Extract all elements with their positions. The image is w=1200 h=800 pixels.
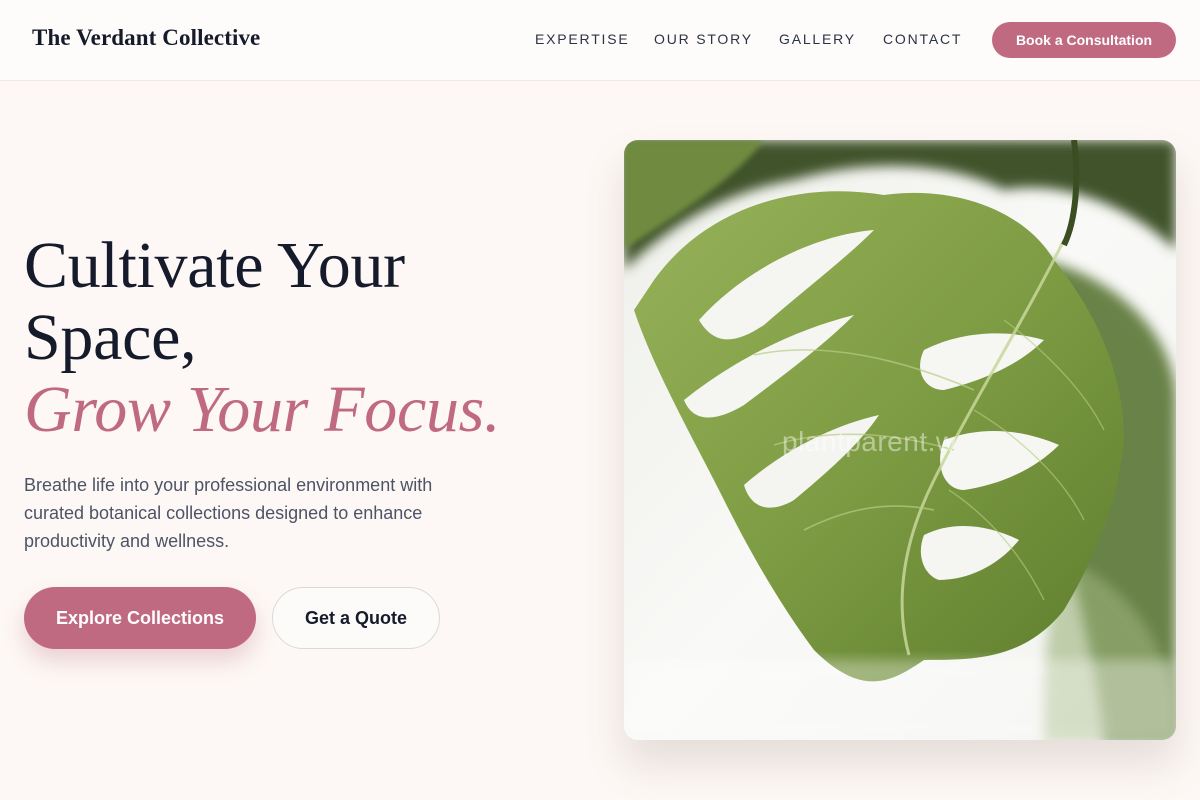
nav-item-contact[interactable]: CONTACT: [883, 31, 962, 47]
hero-subcopy: Breathe life into your professional envi…: [24, 475, 433, 551]
book-consultation-button[interactable]: Book a Consultation: [992, 22, 1176, 58]
headline-line-2: Space,: [24, 301, 197, 374]
nav-item-gallery[interactable]: GALLERY: [779, 31, 856, 47]
nav-item-expertise[interactable]: EXPERTISE: [535, 31, 630, 47]
brand-logo[interactable]: The Verdant Collective: [32, 25, 260, 51]
image-watermark: plantparent.w: [782, 426, 957, 457]
hero-image: plantparent.w: [624, 140, 1176, 740]
nav-item-our-story[interactable]: OUR STORY: [654, 31, 753, 47]
site-header: The Verdant Collective EXPERTISE OUR STO…: [0, 0, 1200, 81]
get-quote-button[interactable]: Get a Quote: [272, 587, 440, 649]
explore-collections-button[interactable]: Explore Collections: [24, 587, 256, 649]
headline-accent: Grow Your Focus.: [24, 373, 501, 446]
headline-line-1: Cultivate Your: [24, 229, 405, 302]
hero-headline: Cultivate Your Space, Grow Your Focus.: [24, 230, 604, 446]
